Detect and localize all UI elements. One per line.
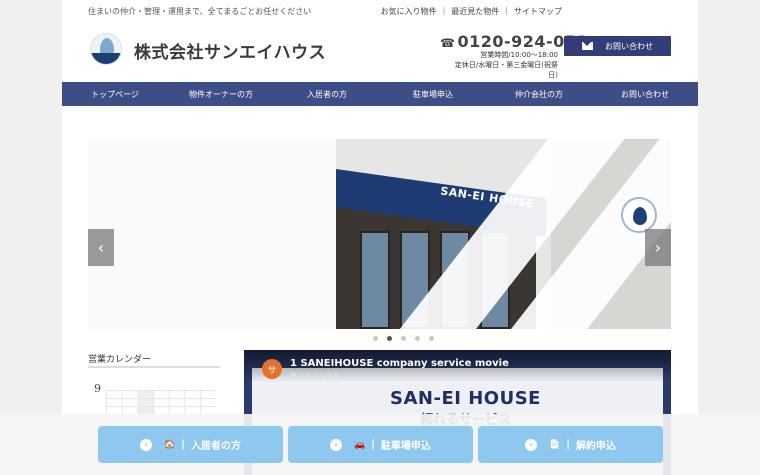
page-container: 住まいの仲介・管理・運用まで、全てまるごとお任せください お気に入り物件 | 最… xyxy=(62,0,698,475)
link-separator: | xyxy=(442,6,446,15)
slider-dot[interactable] xyxy=(372,336,378,341)
holiday-line: 定休日/水曜日・第三金曜日(祝祭日) xyxy=(454,61,558,79)
phone-icon: ☎ xyxy=(440,36,456,50)
chevron-right-icon: › xyxy=(654,238,662,257)
house-icon: 🏠 xyxy=(164,439,176,450)
slider-dot[interactable] xyxy=(428,336,434,341)
slider-dot[interactable] xyxy=(386,336,392,341)
nav-item-contact[interactable]: お問い合わせ xyxy=(592,82,698,106)
float-button-label: 入居者の方 xyxy=(190,441,241,452)
slide-logo-seal xyxy=(621,197,657,233)
logo-wave-shape xyxy=(91,53,121,64)
nav-item-residents[interactable]: 入居者の方 xyxy=(274,82,380,106)
mail-icon xyxy=(582,42,593,50)
hero-slider: SAN-EI HOUSE ‹ › xyxy=(88,139,671,329)
recently-viewed-link[interactable]: 最近見た物件 xyxy=(451,6,499,17)
float-button-label: 駐車場申込 xyxy=(380,441,431,452)
top-links: お気に入り物件 | 最近見た物件 | サイトマップ xyxy=(381,6,562,17)
float-button-parking[interactable]: › 🚗 | 駐車場申込 xyxy=(288,426,473,463)
car-icon: 🚗 xyxy=(354,439,366,450)
main-nav: トップページ 物件オーナーの方 入居者の方 駐車場申込 仲介会社の方 お問い合わ… xyxy=(62,82,698,106)
calendar-grid xyxy=(106,390,216,414)
float-separator: | xyxy=(566,439,570,450)
slider-dot[interactable] xyxy=(414,336,420,341)
sitemap-link[interactable]: サイトマップ xyxy=(514,6,562,17)
calendar-month: 9 xyxy=(94,382,101,395)
float-button-cancel[interactable]: › 📄 | 解約申込 xyxy=(478,426,663,463)
tagline: 住まいの仲介・管理・運用まで、全てまるごとお任せください xyxy=(88,7,312,16)
slider-dots xyxy=(62,336,698,341)
contact-button[interactable]: お問い合わせ xyxy=(564,36,671,56)
video-title[interactable]: 1 SANEIHOUSE company service movie xyxy=(290,358,509,369)
nav-item-agents[interactable]: 仲介会社の方 xyxy=(486,82,592,106)
slide-image: SAN-EI HOUSE xyxy=(336,139,671,329)
document-icon: 📄 xyxy=(549,439,561,450)
link-separator: | xyxy=(505,6,508,15)
channel-avatar[interactable]: サ xyxy=(262,359,282,379)
logo-icon[interactable] xyxy=(90,33,122,65)
slider-prev-button[interactable]: ‹ xyxy=(88,229,114,266)
video-channel: サンエイハウス xyxy=(290,372,339,380)
float-separator: | xyxy=(181,439,185,450)
slider-next-button[interactable]: › xyxy=(645,229,671,266)
chevron-left-icon: ‹ xyxy=(97,238,105,257)
chevron-right-icon: › xyxy=(330,438,343,451)
nav-item-owners[interactable]: 物件オーナーの方 xyxy=(168,82,274,106)
nav-item-top[interactable]: トップページ xyxy=(62,82,168,106)
favorites-link[interactable]: お気に入り物件 xyxy=(381,6,437,17)
float-separator: | xyxy=(371,439,375,450)
video-brand: SAN-EI HOUSE xyxy=(390,388,541,409)
calendar-divider xyxy=(88,366,220,368)
company-name[interactable]: 株式会社サンエイハウス xyxy=(134,38,326,63)
hours-line: 営業時間/10:00〜18:00 xyxy=(480,51,558,59)
chevron-right-icon: › xyxy=(525,438,538,451)
float-button-label: 解約申込 xyxy=(575,441,616,452)
nav-item-parking[interactable]: 駐車場申込 xyxy=(380,82,486,106)
contact-button-label: お問い合わせ xyxy=(605,41,653,51)
chevron-right-icon: › xyxy=(140,438,153,451)
slide-window xyxy=(360,231,390,329)
float-button-residents[interactable]: › 🏠 | 入居者の方 xyxy=(98,426,283,463)
slider-dot[interactable] xyxy=(400,336,406,341)
calendar-title: 営業カレンダー xyxy=(88,355,152,365)
business-hours: 営業時間/10:00〜18:00 定休日/水曜日・第三金曜日(祝祭日) xyxy=(450,50,558,80)
